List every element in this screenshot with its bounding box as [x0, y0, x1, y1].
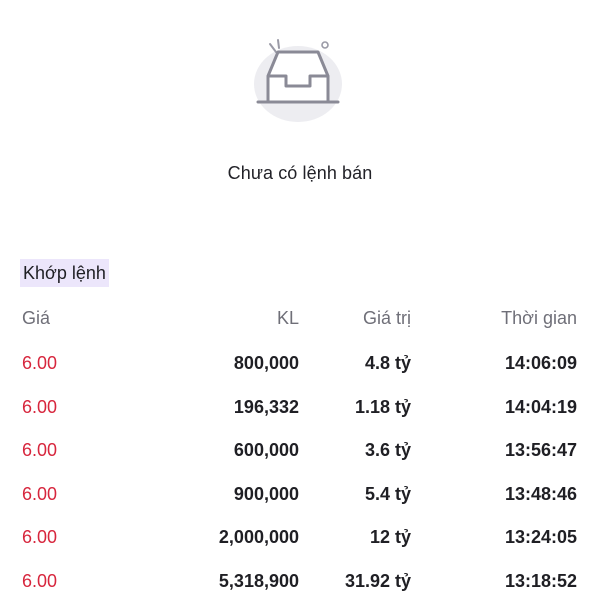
empty-state: Chưa có lệnh bán [0, 0, 600, 210]
table-row: 6.00 196,332 1.18 tỷ 14:04:19 [0, 384, 600, 428]
row-value: 1.18 tỷ [354, 396, 411, 417]
table-row: 6.00 600,000 3.6 tỷ 13:56:47 [0, 427, 600, 471]
row-value: 31.92 tỷ [344, 570, 411, 591]
row-price: 6.00 [22, 570, 58, 591]
table-row: 6.00 900,000 5.4 tỷ 13:48:46 [0, 471, 600, 515]
row-volume: 600,000 [233, 440, 299, 461]
column-header-value: Giá trị [362, 308, 411, 328]
row-value: 4.8 tỷ [364, 353, 411, 373]
empty-orders-message: Chưa có lệnh bán [227, 163, 373, 183]
table-row: 6.00 5,318,900 31.92 tỷ 13:18:52 [0, 558, 600, 600]
matched-orders-table: Giá KL Giá trị Thời gian 6.00 800,000 4.… [0, 296, 600, 600]
table-row: 6.00 2,000,000 12 tỷ 13:24:05 [0, 514, 600, 558]
row-value: 5.4 tỷ [364, 483, 411, 504]
row-time: 13:56:47 [504, 440, 577, 461]
row-time: 13:24:05 [504, 527, 577, 548]
table-row: 6.00 800,000 4.8 tỷ 14:06:09 [0, 340, 600, 384]
column-header-time: Thời gian [501, 308, 577, 328]
column-header-volume: KL [276, 308, 299, 328]
row-volume: 800,000 [233, 353, 299, 373]
row-volume: 5,318,900 [218, 570, 299, 591]
row-time: 14:06:09 [504, 353, 577, 373]
row-price: 6.00 [22, 396, 58, 417]
row-price: 6.00 [22, 527, 58, 548]
row-time: 13:48:46 [504, 483, 577, 504]
row-volume: 196,332 [233, 396, 299, 417]
row-volume: 900,000 [233, 483, 299, 504]
empty-tray-icon [254, 39, 342, 122]
matched-orders-title: Khớp lệnh [20, 259, 109, 287]
table-header: Giá KL Giá trị Thời gian [0, 296, 600, 340]
row-volume: 2,000,000 [218, 527, 299, 548]
row-time: 14:04:19 [504, 396, 577, 417]
column-header-price: Giá [22, 308, 51, 328]
row-price: 6.00 [22, 483, 58, 504]
row-value: 3.6 tỷ [364, 440, 411, 461]
row-value: 12 tỷ [369, 527, 411, 548]
row-price: 6.00 [22, 353, 58, 373]
row-time: 13:18:52 [504, 570, 577, 591]
row-price: 6.00 [22, 440, 58, 461]
